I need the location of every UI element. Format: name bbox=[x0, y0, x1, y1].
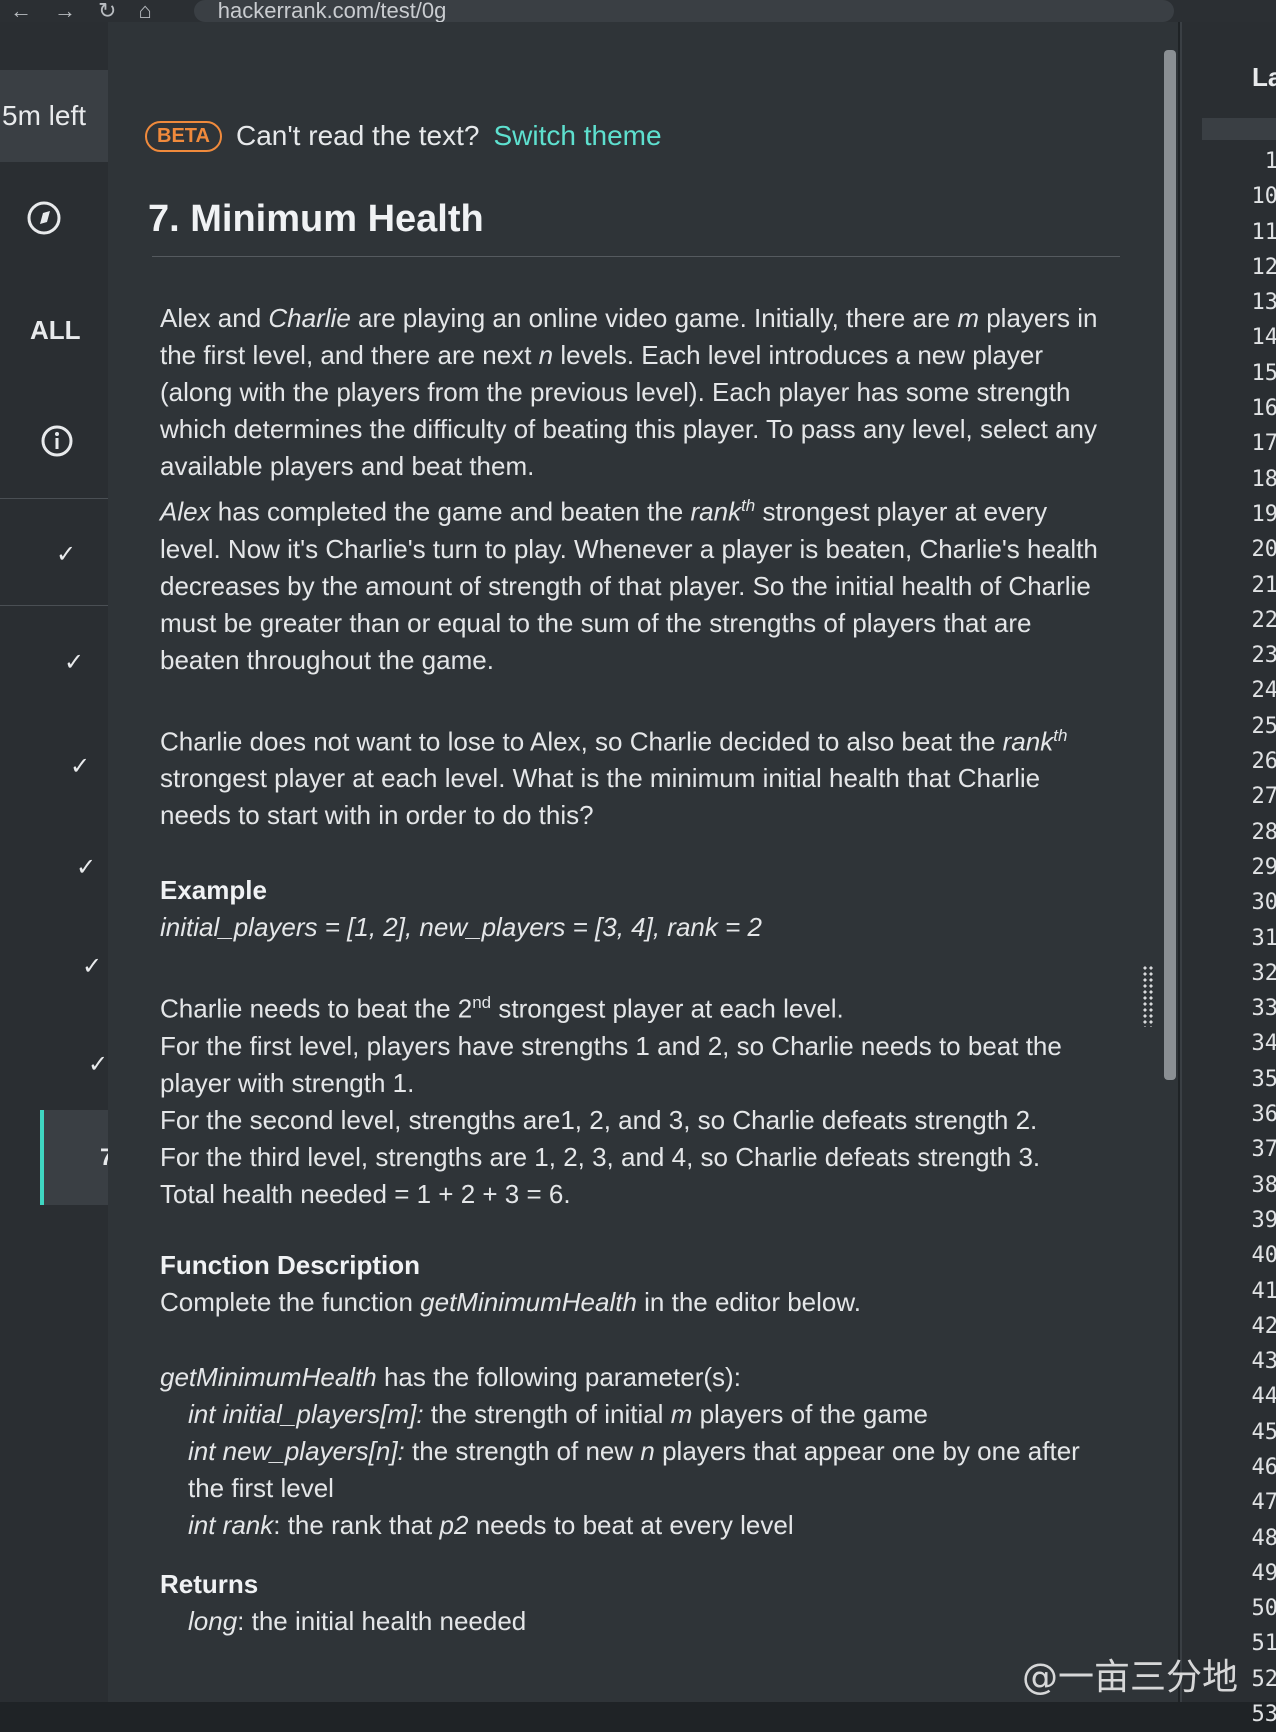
line-number: 22 bbox=[1251, 607, 1276, 633]
editor-header-divider bbox=[1202, 118, 1276, 140]
compass-icon[interactable] bbox=[26, 200, 62, 241]
line-number: 39 bbox=[1251, 1207, 1276, 1233]
title-divider bbox=[152, 256, 1120, 257]
line-number: 29 bbox=[1251, 854, 1276, 880]
page-title: 7. Minimum Health bbox=[148, 198, 484, 240]
line-number: 31 bbox=[1251, 925, 1276, 951]
line-number: 12 bbox=[1251, 254, 1276, 280]
banner-prompt: Can't read the text? bbox=[235, 120, 480, 151]
line-number: 13 bbox=[1251, 290, 1276, 316]
reload-icon[interactable]: ↻ bbox=[98, 0, 116, 22]
line-number: 28 bbox=[1251, 819, 1276, 845]
line-number: 17 bbox=[1251, 431, 1276, 457]
example-heading: Example bbox=[160, 875, 267, 906]
forward-icon[interactable]: → bbox=[54, 0, 76, 22]
line-number: 36 bbox=[1251, 1102, 1276, 1128]
line-number: 10 bbox=[1251, 184, 1276, 210]
line-number: 20 bbox=[1251, 537, 1276, 563]
paragraph-intro: Alex and Charlie are playing an online v… bbox=[160, 303, 1098, 481]
line-number: 42 bbox=[1251, 1313, 1276, 1339]
line-number: 46 bbox=[1251, 1454, 1276, 1480]
line-number: 14 bbox=[1251, 325, 1276, 351]
line-number: 43 bbox=[1251, 1349, 1276, 1375]
editor-gutter: La 1 10 11 12 13 14 15 16 17 18 19 20 21 22 23 24 25 26 27… bbox=[1180, 22, 1276, 1727]
parameter-list: int initial_players[m]: the strength of … bbox=[188, 1398, 1080, 1540]
function-description-heading: Function Description bbox=[160, 1249, 420, 1280]
problem-scrollbar[interactable] bbox=[1164, 50, 1176, 1080]
returns-heading: Returns bbox=[160, 1568, 259, 1599]
check-icon[interactable]: ✓ bbox=[56, 540, 76, 569]
line-number: 37 bbox=[1251, 1137, 1276, 1163]
parameters-intro: getMinimumHealth has the following param… bbox=[160, 1361, 741, 1392]
line-number: 45 bbox=[1251, 1419, 1276, 1445]
line-number: 18 bbox=[1251, 466, 1276, 492]
function-description: Complete the function getMinimumHealth i… bbox=[160, 1286, 861, 1317]
line-number: 53 bbox=[1251, 1702, 1276, 1728]
time-remaining: 5m left bbox=[0, 70, 108, 162]
switch-theme-link[interactable]: Switch theme bbox=[493, 120, 661, 152]
line-numbers: 1 10 11 12 13 14 15 16 17 18 19 20 21 22 23 24 25 26 27 28 2… bbox=[1184, 144, 1276, 1732]
line-number: 49 bbox=[1251, 1560, 1276, 1586]
line-number: 32 bbox=[1251, 960, 1276, 986]
pane-resize-handle[interactable] bbox=[1142, 965, 1154, 1027]
back-icon[interactable]: ← bbox=[10, 0, 32, 22]
line-number: 41 bbox=[1251, 1278, 1276, 1304]
line-number: 48 bbox=[1251, 1525, 1276, 1551]
line-number: 24 bbox=[1251, 678, 1276, 704]
browser-toolbar: ← → ↻ ⌂ hackerrank.com/test/0g bbox=[0, 0, 1276, 22]
home-icon[interactable]: ⌂ bbox=[138, 0, 151, 22]
nav-divider bbox=[0, 605, 120, 606]
line-number: 23 bbox=[1251, 643, 1276, 669]
line-number: 38 bbox=[1251, 1172, 1276, 1198]
check-icon[interactable]: ✓ bbox=[64, 648, 84, 677]
line-number: 30 bbox=[1251, 890, 1276, 916]
check-icon[interactable]: ✓ bbox=[70, 752, 90, 781]
editor-language-label[interactable]: La bbox=[1252, 62, 1276, 93]
line-number: 27 bbox=[1251, 784, 1276, 810]
nav-divider bbox=[0, 498, 120, 499]
paragraph-question: Charlie does not want to lose to Alex, s… bbox=[160, 725, 1068, 831]
line-number: 47 bbox=[1251, 1490, 1276, 1516]
line-number: 44 bbox=[1251, 1384, 1276, 1410]
line-number: 25 bbox=[1251, 713, 1276, 739]
line-number: 50 bbox=[1251, 1596, 1276, 1622]
line-number: 21 bbox=[1251, 572, 1276, 598]
watermark: @一亩三分地 bbox=[1022, 1657, 1239, 1698]
example-explanation: Charlie needs to beat the 2nd strongest … bbox=[160, 993, 1062, 1209]
line-number: 34 bbox=[1251, 1031, 1276, 1057]
check-icon[interactable]: ✓ bbox=[88, 1050, 108, 1079]
line-number: 1 bbox=[1264, 149, 1276, 174]
info-icon[interactable] bbox=[40, 424, 74, 463]
line-number: 15 bbox=[1251, 360, 1276, 386]
line-number: 19 bbox=[1251, 501, 1276, 527]
line-number: 11 bbox=[1251, 219, 1276, 245]
beta-badge: BETA bbox=[145, 120, 222, 152]
line-number: 35 bbox=[1251, 1066, 1276, 1092]
check-icon[interactable]: ✓ bbox=[76, 853, 96, 882]
returns-description: long: the initial health needed bbox=[188, 1605, 527, 1636]
line-number: 40 bbox=[1251, 1243, 1276, 1269]
address-bar[interactable]: hackerrank.com/test/0g bbox=[193, 0, 1174, 22]
problem-statement: Alex and Charlie are playing an online v… bbox=[160, 300, 1100, 1640]
nav-all-questions[interactable]: ALL bbox=[30, 315, 81, 346]
theme-banner: BETA Can't read the text? Switch theme bbox=[145, 120, 662, 152]
line-number: 33 bbox=[1251, 996, 1276, 1022]
line-number: 26 bbox=[1251, 749, 1276, 775]
paragraph-alex: Alex has completed the game and beaten t… bbox=[160, 496, 1098, 675]
line-number: 16 bbox=[1251, 396, 1276, 422]
example-input: initial_players = [1, 2], new_players = … bbox=[160, 912, 762, 943]
check-icon[interactable]: ✓ bbox=[82, 952, 102, 981]
